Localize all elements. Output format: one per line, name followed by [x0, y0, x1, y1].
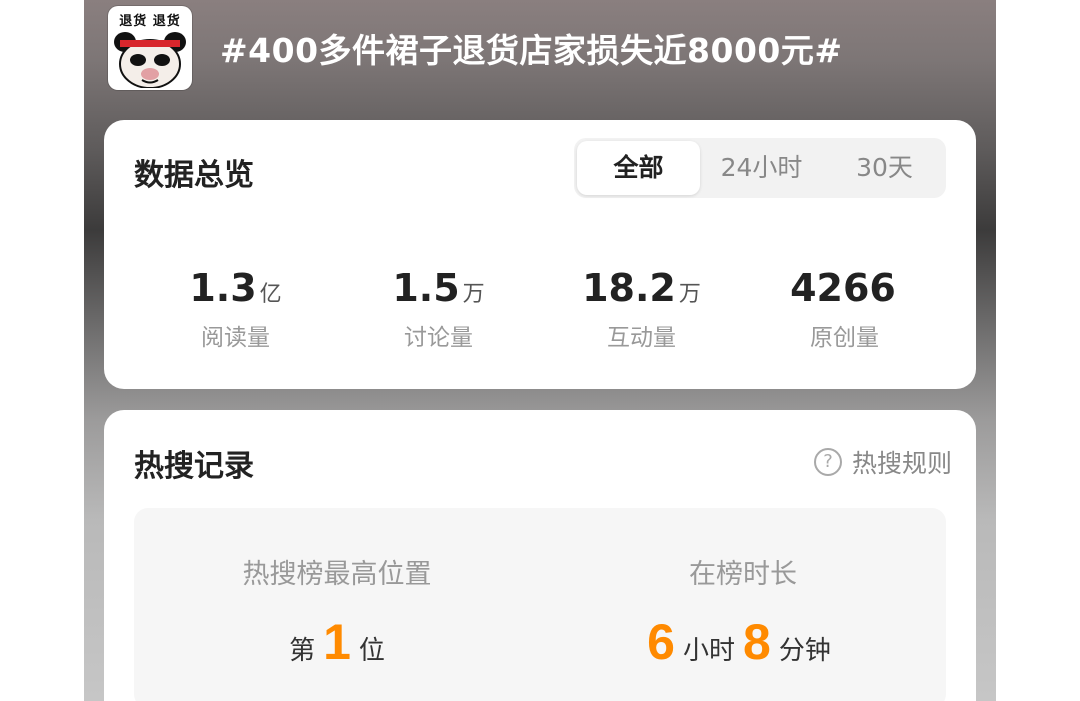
- rules-label: 热搜规则: [851, 449, 952, 478]
- stat-interactions-label: 互动量: [607, 325, 676, 351]
- topic-avatar[interactable]: 退货 退货: [108, 6, 192, 90]
- overview-title: 数据总览: [134, 158, 254, 193]
- hot-search-title: 热搜记录: [134, 449, 254, 484]
- stat-reads-value: 1.3: [189, 266, 257, 310]
- stat-originals: 4266 原创量: [743, 266, 946, 352]
- hot-search-card: 热搜记录 ? 热搜规则 热搜榜最高位置 第 1 位 在榜时长 6 小时 8 分钟: [104, 410, 976, 701]
- peak-rank-value: 1: [323, 614, 351, 670]
- peak-rank-col: 热搜榜最高位置 第 1 位: [134, 508, 540, 701]
- stat-interactions-unit: 万: [678, 282, 701, 307]
- tab-30d[interactable]: 30天: [823, 141, 946, 195]
- stat-reads-unit: 亿: [259, 282, 282, 307]
- time-range-tabs: 全部 24小时 30天: [574, 138, 946, 198]
- duration-label: 在榜时长: [689, 559, 797, 590]
- peak-rank-label: 热搜榜最高位置: [242, 559, 432, 590]
- stat-discussions-unit: 万: [462, 282, 485, 307]
- stats-row: 1.3 亿 阅读量 1.5 万 讨论量 18.2 万 互动量 4266 原创量: [134, 266, 946, 352]
- screen: 退货 退货 #400多件裙子退货店家损失近8000元# 数据总览 全部 24小时…: [84, 0, 996, 701]
- duration-minutes-unit: 分钟: [778, 636, 831, 666]
- avatar-text: 退货 退货: [119, 14, 181, 29]
- peak-rank-prefix: 第: [289, 636, 316, 666]
- duration-minutes: 8: [743, 614, 771, 670]
- topic-title: #400多件裙子退货店家损失近8000元#: [220, 31, 843, 70]
- duration-hours-unit: 小时: [682, 636, 735, 666]
- peak-rank-suffix: 位: [358, 636, 385, 666]
- topic-header: 退货 退货 #400多件裙子退货店家损失近8000元#: [108, 6, 996, 90]
- stat-reads: 1.3 亿 阅读量: [134, 266, 337, 352]
- hot-search-record-box: 热搜榜最高位置 第 1 位 在榜时长 6 小时 8 分钟: [134, 508, 946, 701]
- stat-originals-value: 4266: [790, 266, 896, 310]
- stat-discussions-label: 讨论量: [404, 325, 473, 351]
- duration-hours: 6: [647, 614, 675, 670]
- question-circle-icon: ?: [813, 448, 842, 476]
- stat-reads-label: 阅读量: [201, 325, 270, 351]
- stat-originals-label: 原创量: [810, 325, 879, 351]
- duration-value-row: 6 小时 8 分钟: [540, 613, 946, 671]
- stat-interactions-value: 18.2: [582, 266, 676, 310]
- stat-interactions: 18.2 万 互动量: [540, 266, 743, 352]
- panda-face-icon: [114, 32, 186, 88]
- stat-discussions-value: 1.5: [392, 266, 460, 310]
- hot-search-rules-link[interactable]: ? 热搜规则: [813, 444, 952, 480]
- tab-24h[interactable]: 24小时: [700, 141, 823, 195]
- data-overview-card: 数据总览 全部 24小时 30天 1.3 亿 阅读量 1.5 万 讨论量 18.2 万: [104, 120, 976, 389]
- peak-rank-value-row: 第 1 位: [134, 613, 540, 671]
- tab-all[interactable]: 全部: [577, 141, 700, 195]
- stat-discussions: 1.5 万 讨论量: [337, 266, 540, 352]
- duration-col: 在榜时长 6 小时 8 分钟: [540, 508, 946, 701]
